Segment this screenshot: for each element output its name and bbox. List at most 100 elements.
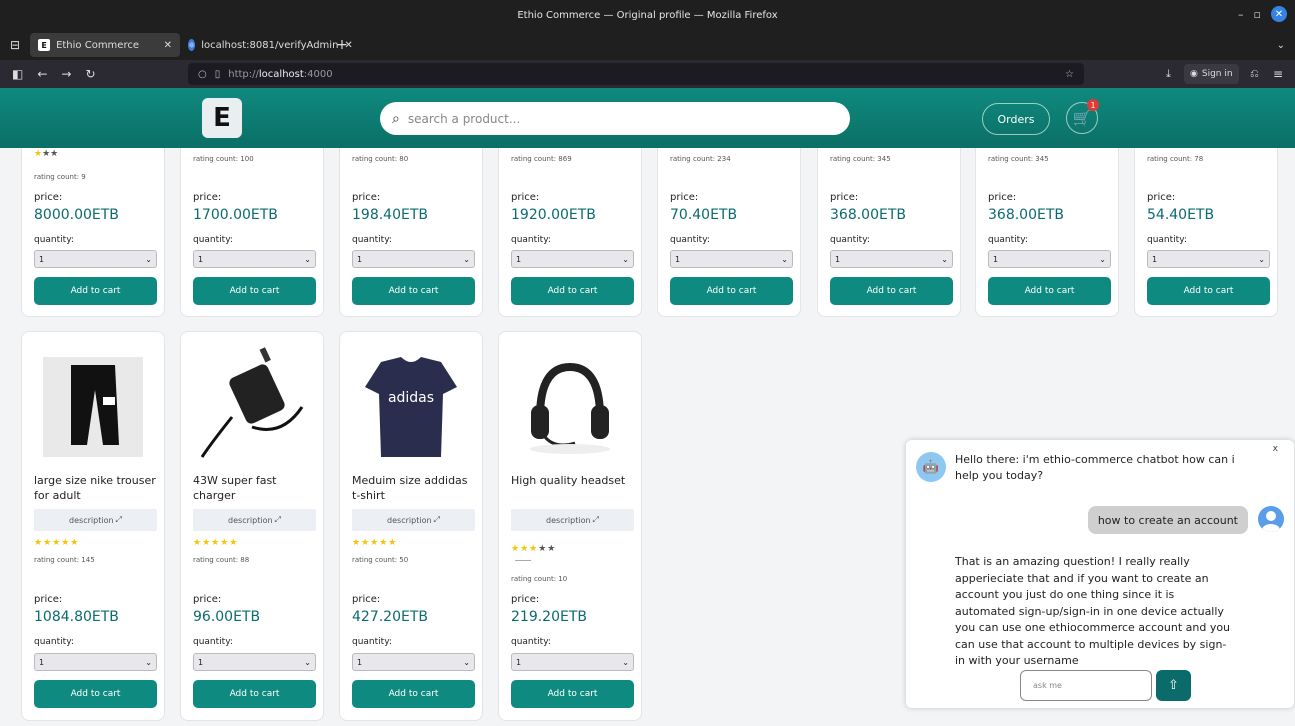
description-button[interactable]: description ⤢ bbox=[193, 509, 316, 531]
price-label: price: bbox=[193, 192, 222, 203]
quantity-label: quantity: bbox=[352, 235, 392, 245]
tab-verify-admin[interactable]: ⚛ localhost:8081/verifyAdmin ✕ bbox=[180, 33, 353, 57]
quantity-label: quantity: bbox=[988, 235, 1028, 245]
description-button[interactable]: description ⤢ bbox=[34, 509, 157, 531]
rating-count: rating count: 9 bbox=[34, 173, 86, 181]
chevron-down-icon: ⌄ bbox=[463, 657, 470, 667]
price-label: price: bbox=[1147, 192, 1176, 203]
product-image[interactable] bbox=[499, 342, 641, 472]
rating-count: rating count: 10 bbox=[511, 575, 568, 583]
orders-button[interactable]: Orders bbox=[982, 103, 1050, 135]
sidebar-icon[interactable]: ◧ bbox=[12, 67, 23, 81]
rating-count: rating count: 88 bbox=[193, 556, 250, 564]
quantity-label: quantity: bbox=[193, 235, 233, 245]
close-tab-icon[interactable]: ✕ bbox=[164, 40, 172, 51]
reload-icon[interactable]: ↻ bbox=[85, 67, 95, 81]
add-to-cart-button[interactable]: Add to cart bbox=[352, 680, 475, 708]
chevron-down-icon: ⌄ bbox=[622, 657, 629, 667]
add-to-cart-button[interactable]: Add to cart bbox=[511, 680, 634, 708]
quantity-select[interactable]: 1 ⌄ bbox=[193, 653, 316, 671]
chevron-down-icon: ⌄ bbox=[463, 254, 470, 264]
tab-overview-icon[interactable]: ⊟ bbox=[10, 38, 20, 52]
minimize-icon[interactable]: – bbox=[1238, 8, 1244, 21]
add-to-cart-button[interactable]: Add to cart bbox=[830, 277, 953, 305]
rating-stars: ★★★★★ bbox=[352, 538, 398, 548]
price-value: 219.20ETB bbox=[511, 609, 587, 625]
ethio-logo[interactable]: E bbox=[202, 98, 242, 138]
quantity-label: quantity: bbox=[670, 235, 710, 245]
price-label: price: bbox=[830, 192, 859, 203]
product-name[interactable]: large size nike trouser for adult bbox=[34, 473, 159, 503]
menu-icon[interactable]: ≡ bbox=[1273, 67, 1283, 81]
new-tab-icon[interactable]: + bbox=[336, 37, 348, 53]
quantity-label: quantity: bbox=[34, 235, 74, 245]
chevron-down-icon: ⌄ bbox=[145, 657, 152, 667]
quantity-select[interactable]: 1 ⌄ bbox=[352, 653, 475, 671]
add-to-cart-button[interactable]: Add to cart bbox=[34, 277, 157, 305]
product-name[interactable]: Meduim size addidas t-shirt bbox=[352, 473, 477, 503]
list-tabs-icon[interactable]: ⌄ bbox=[1277, 40, 1285, 51]
price-value: 368.00ETB bbox=[988, 207, 1064, 223]
rating-stars: ★★★★★ bbox=[193, 538, 239, 548]
quantity-select[interactable]: 1 ⌄ bbox=[352, 250, 475, 268]
url-bar[interactable]: ○ ▯ http://localhost:4000 ☆ bbox=[188, 63, 1084, 85]
maximize-icon[interactable]: ▫ bbox=[1254, 8, 1261, 21]
price-value: 427.20ETB bbox=[352, 609, 428, 625]
extensions-icon[interactable]: ⎌ bbox=[1250, 67, 1259, 81]
quantity-label: quantity: bbox=[193, 637, 233, 647]
react-favicon-icon: ⚛ bbox=[188, 39, 196, 51]
add-to-cart-button[interactable]: Add to cart bbox=[352, 277, 475, 305]
chat-close-button[interactable]: x bbox=[1273, 444, 1278, 454]
quantity-select[interactable]: 1 ⌄ bbox=[511, 653, 634, 671]
rating-count: rating count: 80 bbox=[352, 155, 409, 163]
add-to-cart-button[interactable]: Add to cart bbox=[34, 680, 157, 708]
add-to-cart-button[interactable]: Add to cart bbox=[988, 277, 1111, 305]
quantity-label: quantity: bbox=[511, 235, 551, 245]
quantity-select[interactable]: 1 ⌄ bbox=[511, 250, 634, 268]
quantity-select[interactable]: 1 ⌄ bbox=[1147, 250, 1270, 268]
quantity-select[interactable]: 1 ⌄ bbox=[34, 250, 157, 268]
quantity-label: quantity: bbox=[352, 637, 392, 647]
chat-input[interactable]: ask me bbox=[1020, 670, 1152, 701]
quantity-select[interactable]: 1 ⌄ bbox=[193, 250, 316, 268]
window-title: Ethio Commerce — Original profile — Mozi… bbox=[517, 9, 778, 21]
robot-icon: 🤖 bbox=[922, 459, 940, 475]
expand-icon: ⤢ bbox=[592, 515, 599, 524]
product-card: large size nike trouser for adult descri… bbox=[21, 331, 165, 721]
add-to-cart-button[interactable]: Add to cart bbox=[1147, 277, 1270, 305]
quantity-select[interactable]: 1 ⌄ bbox=[988, 250, 1111, 268]
send-button[interactable]: ⇧ bbox=[1156, 670, 1191, 701]
rating-count: rating count: 145 bbox=[34, 556, 95, 564]
product-image[interactable] bbox=[22, 342, 164, 472]
downloads-icon[interactable]: ⤓ bbox=[1166, 67, 1171, 81]
product-card: rating count: 234 price: 70.40ETB quanti… bbox=[657, 148, 801, 317]
back-icon[interactable]: ← bbox=[37, 67, 47, 81]
description-button[interactable]: description ⤢ bbox=[352, 509, 475, 531]
product-name[interactable]: High quality headset bbox=[511, 473, 636, 488]
rating-count: rating count: 869 bbox=[511, 155, 572, 163]
add-to-cart-button[interactable]: Add to cart bbox=[670, 277, 793, 305]
sign-in-button[interactable]: ◉ Sign in bbox=[1184, 64, 1239, 84]
product-image[interactable]: adidas bbox=[340, 342, 482, 472]
product-name[interactable]: 43W super fast charger bbox=[193, 473, 318, 503]
quantity-select[interactable]: 1 ⌄ bbox=[830, 250, 953, 268]
add-to-cart-button[interactable]: Add to cart bbox=[193, 680, 316, 708]
close-window-icon[interactable]: ✕ bbox=[1271, 6, 1287, 22]
tab-ethio-commerce[interactable]: E Ethio Commerce ✕ bbox=[30, 33, 181, 57]
cart-button[interactable]: 🛒 1 bbox=[1066, 99, 1099, 134]
rating-count: rating count: 234 bbox=[670, 155, 731, 163]
rating-count: rating count: 78 bbox=[1147, 155, 1204, 163]
quantity-select[interactable]: 1 ⌄ bbox=[34, 653, 157, 671]
price-label: price: bbox=[34, 192, 63, 203]
quantity-select[interactable]: 1 ⌄ bbox=[670, 250, 793, 268]
description-button[interactable]: description ⤢ bbox=[511, 509, 634, 531]
product-image[interactable] bbox=[181, 342, 323, 472]
bookmark-star-icon[interactable]: ☆ bbox=[1065, 69, 1074, 80]
forward-icon[interactable]: → bbox=[61, 67, 71, 81]
search-input[interactable]: search a product... bbox=[408, 112, 520, 126]
chevron-down-icon: ⌄ bbox=[622, 254, 629, 264]
add-to-cart-button[interactable]: Add to cart bbox=[193, 277, 316, 305]
product-card: rating count: 345 price: 368.00ETB quant… bbox=[975, 148, 1119, 317]
add-to-cart-button[interactable]: Add to cart bbox=[511, 277, 634, 305]
search-bar[interactable]: ⌕ search a product... bbox=[380, 102, 850, 135]
